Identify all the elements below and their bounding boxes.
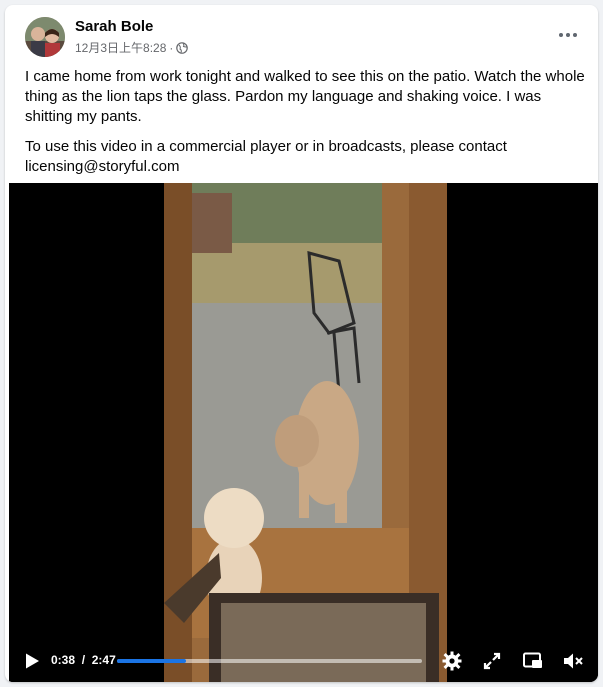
time-separator: / [78, 653, 89, 667]
post-text: I came home from work tonight and walked… [25, 67, 585, 187]
post-card: Sarah Bole 12月3日上午8:28 · I came home fro… [5, 5, 598, 682]
current-time: 0:38 [51, 653, 76, 667]
author-name[interactable]: Sarah Bole [75, 18, 153, 35]
gear-icon[interactable] [441, 650, 463, 672]
meta-separator: · [169, 40, 174, 55]
time-display: 0:38 / 2:47 [51, 653, 116, 667]
post-header: Sarah Bole 12月3日上午8:28 · [5, 5, 598, 65]
video-frame [9, 183, 598, 682]
avatar[interactable] [25, 17, 65, 57]
progress-fill [117, 659, 187, 663]
globe-icon [176, 41, 189, 54]
mute-icon[interactable] [562, 650, 584, 672]
timestamp[interactable]: 12月3日上午8:28 [75, 39, 166, 56]
play-icon[interactable] [23, 652, 41, 670]
post-paragraph: To use this video in a commercial player… [25, 138, 507, 175]
more-options-icon[interactable] [556, 23, 580, 47]
post-paragraph: I came home from work tonight and walked… [25, 68, 585, 125]
post-meta: 12月3日上午8:28 · [75, 39, 189, 56]
progress-bar[interactable] [117, 659, 422, 663]
video-controls: 0:38 / 2:47 [9, 640, 598, 682]
picture-in-picture-icon[interactable] [522, 650, 544, 672]
video-player[interactable]: 0:38 / 2:47 [9, 183, 598, 682]
fullscreen-icon[interactable] [481, 650, 503, 672]
duration: 2:47 [91, 653, 116, 667]
